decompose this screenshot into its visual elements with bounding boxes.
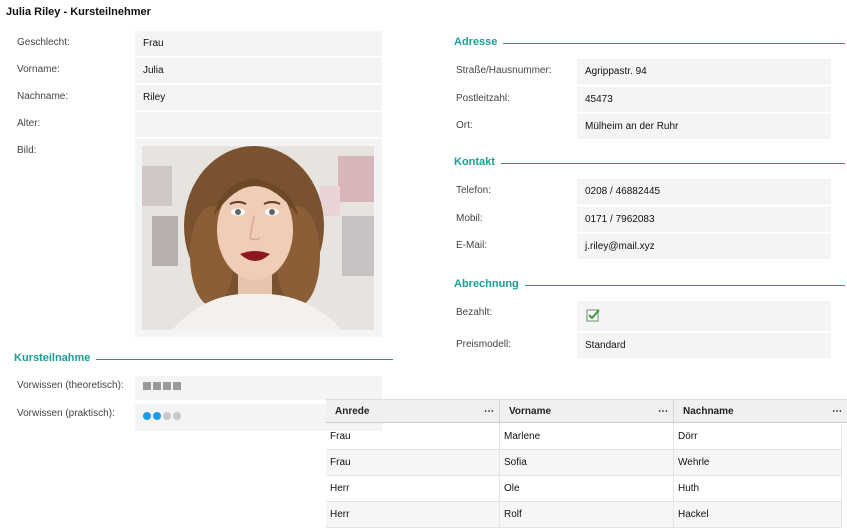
address-title: Adresse <box>454 36 504 48</box>
cell-vorname: Rolf <box>500 502 674 528</box>
profile-photo[interactable] <box>142 146 374 330</box>
phone-field[interactable]: 0208 / 46882445 <box>577 179 831 204</box>
table-row[interactable]: Herr Ole Huth <box>326 476 847 502</box>
page-title: Julia Riley - Kursteilnehmer <box>6 6 151 18</box>
column-header-nachname[interactable]: Nachname ⋯ <box>674 400 847 424</box>
portrait-image <box>142 146 374 330</box>
column-title: Vorname <box>509 406 552 417</box>
street-field[interactable]: Agrippastr. 94 <box>577 59 831 84</box>
table-row[interactable]: Frau Sofia Wehrle <box>326 450 847 476</box>
rating-square[interactable] <box>163 382 171 390</box>
contact-title: Kontakt <box>454 156 501 168</box>
city-label: Ort: <box>456 120 473 131</box>
cell-vorname: Marlene <box>500 424 674 450</box>
gender-field[interactable]: Frau <box>135 31 382 56</box>
cell-vorname: Ole <box>500 476 674 502</box>
lastname-field[interactable]: Riley <box>135 85 382 110</box>
cell-anrede: Frau <box>326 424 500 450</box>
column-title: Nachname <box>683 406 734 417</box>
zip-field[interactable]: 45473 <box>577 87 831 112</box>
column-menu-icon[interactable]: ⋯ <box>832 400 842 424</box>
theory-rating[interactable] <box>135 376 382 400</box>
checkbox-checked-icon <box>586 309 600 322</box>
column-title: Anrede <box>335 406 370 417</box>
firstname-label: Vorname: <box>17 64 60 75</box>
column-header-vorname[interactable]: Vorname ⋯ <box>500 400 674 424</box>
cell-nachname: Huth <box>674 476 842 502</box>
column-header-anrede[interactable]: Anrede ⋯ <box>326 400 500 424</box>
rating-square[interactable] <box>153 382 161 390</box>
billing-title: Abrechnung <box>454 278 525 290</box>
column-menu-icon[interactable]: ⋯ <box>484 400 494 424</box>
zip-label: Postleitzahl: <box>456 93 510 104</box>
city-field[interactable]: Mülheim an der Ruhr <box>577 114 831 139</box>
grid-header: Anrede ⋯ Vorname ⋯ Nachname ⋯ <box>326 399 847 424</box>
paid-field <box>577 301 831 331</box>
rating-dot[interactable] <box>163 412 171 420</box>
phone-label: Telefon: <box>456 185 492 196</box>
rating-dot[interactable] <box>153 412 161 420</box>
email-label: E-Mail: <box>456 240 488 251</box>
firstname-field[interactable]: Julia <box>135 58 382 83</box>
address-divider <box>454 43 845 44</box>
gender-label: Geschlecht: <box>17 37 70 48</box>
cell-vorname: Sofia <box>500 450 674 476</box>
age-field[interactable] <box>135 112 382 137</box>
mobile-field[interactable]: 0171 / 7962083 <box>577 207 831 232</box>
paid-label: Bezahlt: <box>456 307 493 318</box>
billing-section-header: Abrechnung <box>454 278 845 292</box>
cell-nachname: Wehrle <box>674 450 842 476</box>
column-menu-icon[interactable]: ⋯ <box>658 400 668 424</box>
contact-divider <box>454 163 845 164</box>
theory-label: Vorwissen (theoretisch): <box>17 380 124 391</box>
practice-label: Vorwissen (praktisch): <box>17 408 115 419</box>
paid-checkbox[interactable] <box>586 308 601 323</box>
rating-square[interactable] <box>173 382 181 390</box>
street-label: Straße/Hausnummer: <box>456 65 552 76</box>
age-label: Alter: <box>17 118 41 129</box>
cell-nachname: Dörr <box>674 424 842 450</box>
participation-section-header: Kursteilnahme <box>14 352 393 366</box>
cell-anrede: Herr <box>326 502 500 528</box>
mobile-label: Mobil: <box>456 213 483 224</box>
lastname-label: Nachname: <box>17 91 69 102</box>
address-section-header: Adresse <box>454 36 845 50</box>
cell-anrede: Frau <box>326 450 500 476</box>
cell-nachname: Hackel <box>674 502 842 528</box>
email-field[interactable]: j.riley@mail.xyz <box>577 234 831 259</box>
rating-dot[interactable] <box>143 412 151 420</box>
contact-section-header: Kontakt <box>454 156 845 170</box>
participation-title: Kursteilnahme <box>14 352 97 364</box>
table-row[interactable]: Frau Marlene Dörr <box>326 424 847 450</box>
participants-grid: Anrede ⋯ Vorname ⋯ Nachname ⋯ Frau Marle… <box>326 399 847 529</box>
rating-square[interactable] <box>143 382 151 390</box>
table-row[interactable]: Herr Rolf Hackel <box>326 502 847 528</box>
cell-anrede: Herr <box>326 476 500 502</box>
rating-dot[interactable] <box>173 412 181 420</box>
picture-label: Bild: <box>17 145 37 156</box>
practice-rating-dots <box>143 412 183 423</box>
theory-rating-squares <box>143 382 183 393</box>
price-model-field[interactable]: Standard <box>577 333 831 358</box>
price-model-label: Preismodell: <box>456 339 512 350</box>
